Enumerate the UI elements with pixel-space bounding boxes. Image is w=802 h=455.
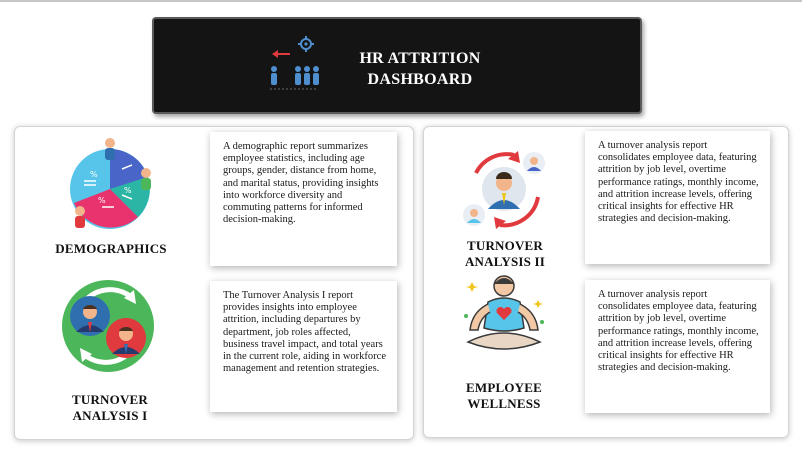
turnover-2-label-line-2: ANALYSIS II <box>464 254 546 269</box>
meditation-icon[interactable] <box>458 272 550 362</box>
demographics-label: DEMOGRAPHICS <box>55 241 167 256</box>
turnover-2-description: A turnover analysis report consolidates … <box>585 131 770 264</box>
svg-text:%: % <box>124 186 132 195</box>
turnover-2-label-line-1: TURNOVER <box>467 238 543 253</box>
turnover-1-label-line-1: TURNOVER <box>72 392 148 407</box>
employee-wellness-label-line-1: EMPLOYEE <box>466 380 542 395</box>
turnover-1-label-line-2: ANALYSIS I <box>72 408 148 423</box>
cycle-people-icon[interactable] <box>458 143 550 235</box>
attrition-people-icon <box>270 36 319 90</box>
svg-text:%: % <box>98 196 106 205</box>
title-line-2: DASHBOARD <box>367 71 473 88</box>
page-title: HR ATTRITION DASHBOARD <box>320 48 520 90</box>
turnover-1-description: The Turnover Analysis I report provides … <box>210 281 397 412</box>
svg-text:%: % <box>90 170 98 179</box>
swap-people-icon[interactable] <box>60 278 156 374</box>
pie-people-icon[interactable]: % % % <box>62 137 158 233</box>
employee-wellness-label: EMPLOYEE WELLNESS <box>444 380 564 412</box>
employee-wellness-label-line-2: WELLNESS <box>467 396 541 411</box>
demographics-description: A demographic report summarizes employee… <box>210 132 397 266</box>
employee-wellness-description: A turnover analysis report consolidates … <box>585 280 770 413</box>
top-divider <box>0 0 802 2</box>
title-line-1: HR ATTRITION <box>359 50 481 67</box>
turnover-2-label: TURNOVER ANALYSIS II <box>445 238 565 270</box>
turnover-1-label: TURNOVER ANALYSIS I <box>40 392 180 424</box>
